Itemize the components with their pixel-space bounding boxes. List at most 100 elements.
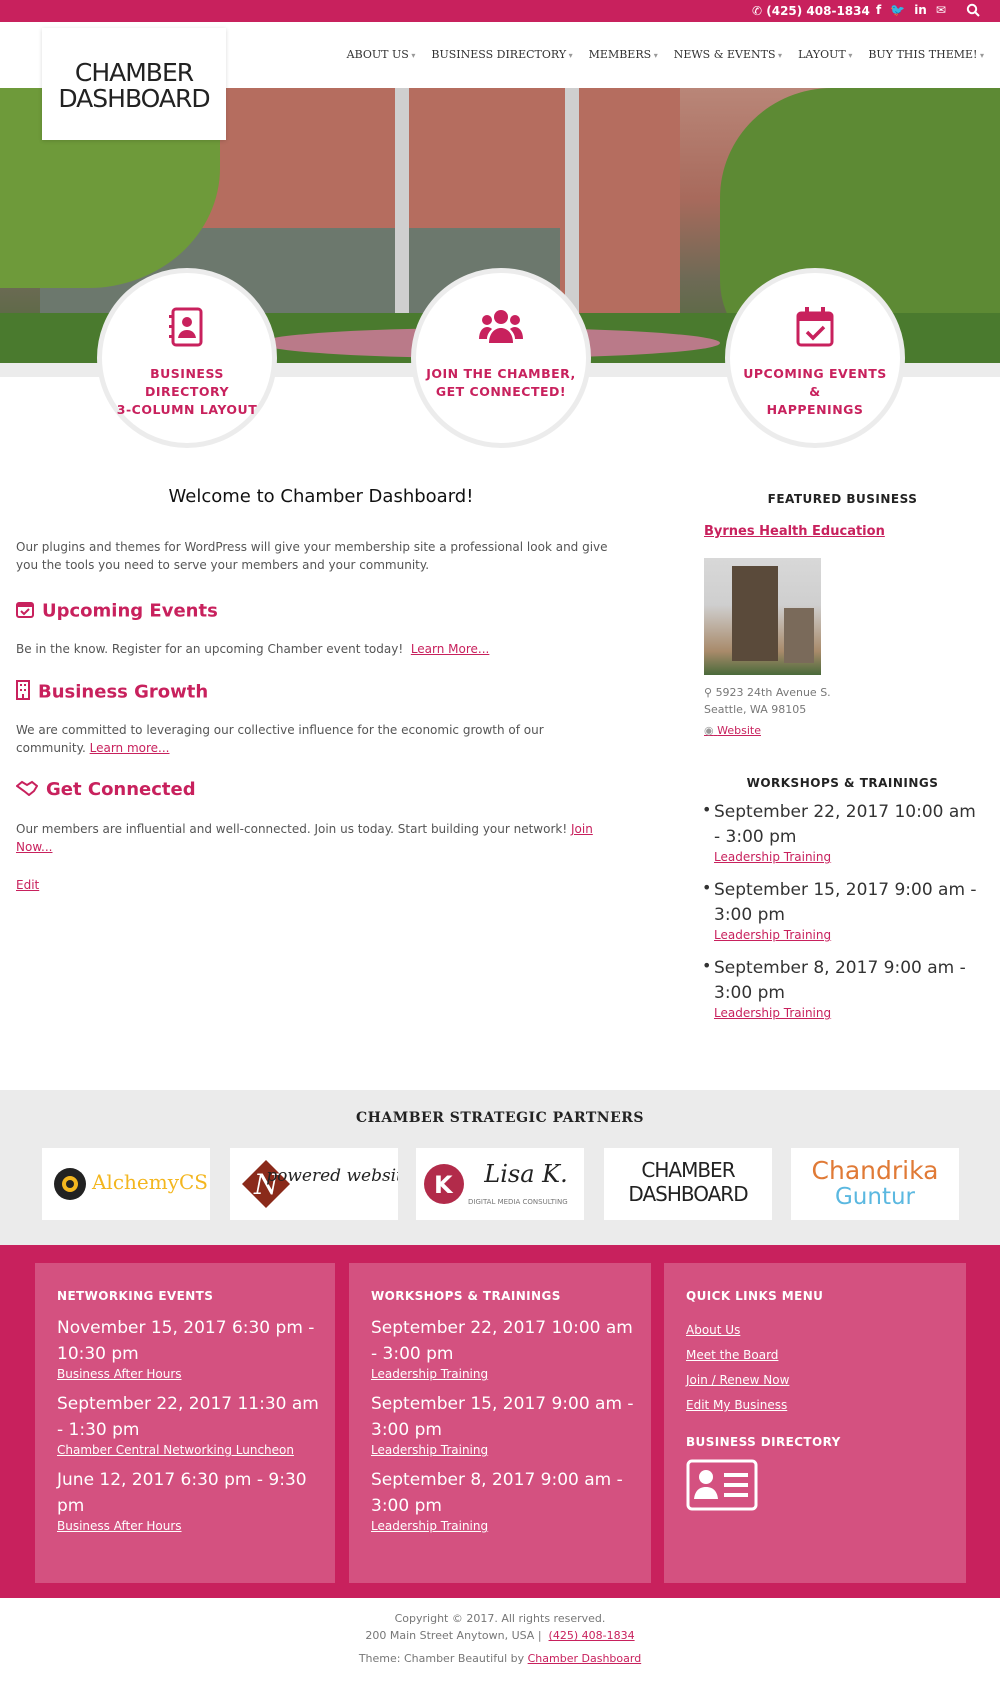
quicklinks-menu: About Us Meet the Board Join / Renew Now… xyxy=(686,1318,789,1418)
footer-phone-link[interactable]: (425) 408-1834 xyxy=(549,1629,635,1642)
partner-name: AlchemyCS xyxy=(91,1170,209,1194)
list-item: September 22, 2017 10:00 am - 3:00 pm Le… xyxy=(371,1315,641,1381)
nav-buy-theme[interactable]: BUY THIS THEME! xyxy=(868,48,984,61)
map-pin-icon: ⚲ xyxy=(704,686,713,699)
partner-logo-npowered[interactable]: N powered websites xyxy=(230,1148,398,1220)
nav-layout[interactable]: LAYOUT xyxy=(798,48,852,61)
event-link[interactable]: Leadership Training xyxy=(714,928,984,942)
section-heading-text: Get Connected xyxy=(46,779,196,800)
section-body: Our members are influential and well-con… xyxy=(16,822,568,836)
partner-logo-chandrika[interactable]: Chandrika Guntur xyxy=(791,1148,959,1220)
featured-business-website[interactable]: ◉ Website xyxy=(704,724,761,737)
event-link[interactable]: Leadership Training xyxy=(371,1367,641,1381)
event-date: September 15, 2017 9:00 am - 3:00 pm xyxy=(371,1394,634,1440)
logo-line-2: DASHBOARD xyxy=(58,84,210,113)
phone-link[interactable]: ✆ (425) 408-1834 xyxy=(752,4,870,18)
event-date: September 8, 2017 9:00 am - 3:00 pm xyxy=(371,1470,623,1516)
calendar-check-icon xyxy=(730,307,900,351)
event-link[interactable]: Chamber Central Networking Luncheon xyxy=(57,1443,327,1457)
event-link[interactable]: Leadership Training xyxy=(714,1006,984,1020)
quicklink-about-us[interactable]: About Us xyxy=(686,1318,789,1343)
address-book-icon xyxy=(102,307,272,351)
feature-2-line-1: JOIN THE CHAMBER, xyxy=(426,366,576,381)
section-heading-text: Upcoming Events xyxy=(42,600,218,622)
facebook-icon[interactable]: f xyxy=(876,3,881,17)
learn-more-link[interactable]: Learn More... xyxy=(411,642,490,656)
section-heading-text: Business Growth xyxy=(38,681,209,703)
partner-logo-lisak[interactable]: K Lisa K. DIGITAL MEDIA CONSULTING xyxy=(416,1148,584,1220)
footer-networking-events: NETWORKING EVENTS November 15, 2017 6:30… xyxy=(35,1263,335,1583)
nav-business-directory[interactable]: BUSINESS DIRECTORY xyxy=(431,48,572,61)
section-business-growth-text: We are committed to leveraging our colle… xyxy=(16,721,576,757)
handshake-icon xyxy=(15,780,39,801)
featured-business-title: FEATURED BUSINESS xyxy=(767,492,918,506)
event-date: September 8, 2017 9:00 am - 3:00 pm xyxy=(714,958,966,1003)
partner-name-line-2: Guntur xyxy=(834,1184,916,1210)
building-icon xyxy=(16,680,30,705)
phone-number[interactable]: (425) 408-1834 xyxy=(766,4,870,18)
workshops-list: • September 22, 2017 10:00 am - 3:00 pm … xyxy=(702,800,984,1034)
learn-more-link[interactable]: Learn more... xyxy=(90,741,170,755)
globe-icon: ◉ xyxy=(704,724,714,737)
partners-title: CHAMBER STRATEGIC PARTNERS xyxy=(355,1110,644,1126)
nav-members[interactable]: MEMBERS xyxy=(589,48,658,61)
feature-business-directory[interactable]: BUSINESS DIRECTORY 3-COLUMN LAYOUT xyxy=(97,268,277,448)
site-logo[interactable]: CHAMBER DASHBOARD xyxy=(42,28,226,140)
site-header: CHAMBER DASHBOARD ABOUT US BUSINESS DIRE… xyxy=(0,22,1000,140)
section-body: Be in the know. Register for an upcoming… xyxy=(16,642,404,656)
workshops-title: WORKSHOPS & TRAININGS xyxy=(746,776,939,790)
partner-logo-alchemycs[interactable]: AlchemyCS xyxy=(42,1148,210,1220)
edit-link[interactable]: Edit xyxy=(16,878,39,892)
website-link-label[interactable]: Website xyxy=(717,724,761,737)
social-links: f 🐦 in ✉ xyxy=(876,3,946,17)
linkedin-icon[interactable]: in xyxy=(914,3,927,17)
list-item: September 15, 2017 9:00 am - 3:00 pm Lea… xyxy=(371,1391,641,1457)
twitter-icon[interactable]: 🐦 xyxy=(890,3,905,17)
list-item: September 8, 2017 9:00 am - 3:00 pm Lead… xyxy=(371,1467,641,1533)
feature-1-line-2: 3-COLUMN LAYOUT xyxy=(116,402,258,417)
section-get-connected-text: Our members are influential and well-con… xyxy=(16,820,616,856)
footer-quick-links: QUICK LINKS MENU About Us Meet the Board… xyxy=(664,1263,966,1583)
page-title: Welcome to Chamber Dashboard! xyxy=(168,486,474,507)
feature-3-line-1: UPCOMING EVENTS & xyxy=(743,366,887,399)
featured-business-link[interactable]: Byrnes Health Education xyxy=(704,524,885,539)
search-icon[interactable] xyxy=(966,3,980,20)
event-link[interactable]: Leadership Training xyxy=(371,1519,641,1533)
section-upcoming-events-text: Be in the know. Register for an upcoming… xyxy=(16,640,626,658)
event-link[interactable]: Business After Hours xyxy=(57,1519,327,1533)
feature-3-line-2: HAPPENINGS xyxy=(766,402,864,417)
event-link[interactable]: Leadership Training xyxy=(371,1443,641,1457)
list-item: June 12, 2017 6:30 pm - 9:30 pm Business… xyxy=(57,1467,327,1533)
event-date: November 15, 2017 6:30 pm - 10:30 pm xyxy=(57,1318,315,1364)
nav-news-events[interactable]: NEWS & EVENTS xyxy=(674,48,782,61)
event-date: September 15, 2017 9:00 am - 3:00 pm xyxy=(714,880,977,925)
quicklink-meet-board[interactable]: Meet the Board xyxy=(686,1343,789,1368)
event-date: September 22, 2017 11:30 am - 1:30 pm xyxy=(57,1394,319,1440)
quicklink-join-renew[interactable]: Join / Renew Now xyxy=(686,1368,789,1393)
feature-2-line-2: GET CONNECTED! xyxy=(435,384,567,399)
feature-join-chamber[interactable]: JOIN THE CHAMBER, GET CONNECTED! xyxy=(411,268,591,448)
partner-logo-chamberdashboard[interactable]: CHAMBER DASHBOARD xyxy=(604,1148,772,1220)
partner-name: CHAMBER DASHBOARD xyxy=(628,1158,748,1206)
event-date: June 12, 2017 6:30 pm - 9:30 pm xyxy=(57,1470,307,1516)
business-directory-title: BUSINESS DIRECTORY xyxy=(686,1435,841,1449)
feature-upcoming-events[interactable]: UPCOMING EVENTS & HAPPENINGS xyxy=(725,268,905,448)
copyright-footer: Copyright © 2017. All rights reserved. 2… xyxy=(0,1610,1000,1667)
address-line-1: 5923 24th Avenue S. xyxy=(715,686,831,699)
email-icon[interactable]: ✉ xyxy=(936,3,946,17)
event-link[interactable]: Leadership Training xyxy=(714,850,984,864)
nav-about-us[interactable]: ABOUT US xyxy=(347,48,416,61)
event-link[interactable]: Business After Hours xyxy=(57,1367,327,1381)
theme-credit-link[interactable]: Chamber Dashboard xyxy=(528,1652,642,1665)
copyright-line: Copyright © 2017. All rights reserved. xyxy=(394,1612,606,1625)
section-business-growth-heading: Business Growth xyxy=(16,680,208,705)
feature-1-line-1: BUSINESS DIRECTORY xyxy=(144,366,229,399)
main-nav: ABOUT US BUSINESS DIRECTORY MEMBERS NEWS… xyxy=(347,48,984,61)
list-item: • September 8, 2017 9:00 am - 3:00 pm Le… xyxy=(702,956,984,1020)
featured-business-image[interactable] xyxy=(704,558,821,675)
users-icon xyxy=(416,307,586,351)
business-card-icon[interactable] xyxy=(686,1459,758,1515)
partner-subtitle: DIGITAL MEDIA CONSULTING xyxy=(468,1198,568,1206)
partners-section: CHAMBER STRATEGIC PARTNERS AlchemyCS N p… xyxy=(0,1090,1000,1245)
quicklink-edit-business[interactable]: Edit My Business xyxy=(686,1393,789,1418)
